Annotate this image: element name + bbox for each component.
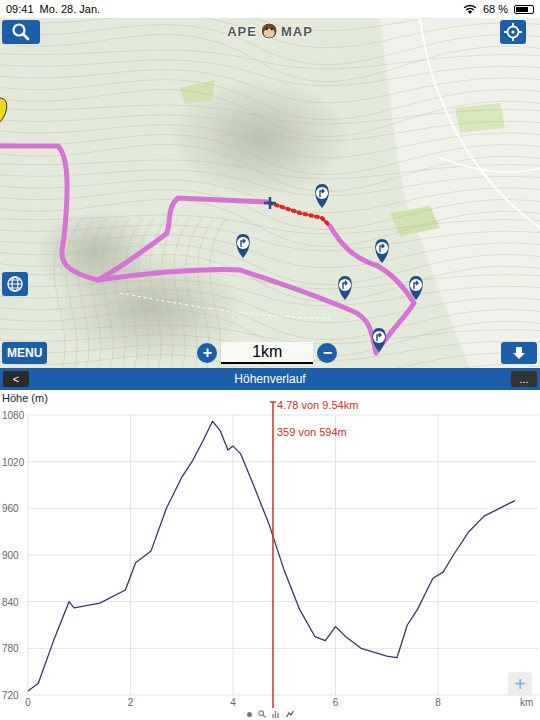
status-date: Mo. 28. Jan. xyxy=(40,3,101,15)
scale-bar: 1km xyxy=(221,342,313,364)
y-tick: 780 xyxy=(2,643,19,654)
turn-marker-icon[interactable] xyxy=(375,239,389,263)
cursor-point: 359 von 594m xyxy=(277,426,347,438)
route-line[interactable] xyxy=(0,146,268,280)
monkey-face-icon xyxy=(260,22,278,40)
globe-icon xyxy=(6,275,24,293)
route-loop[interactable] xyxy=(98,226,414,353)
grid-line xyxy=(28,415,29,695)
search-page-icon[interactable] xyxy=(258,710,266,718)
y-tick: 720 xyxy=(2,690,19,701)
magnifier-icon xyxy=(11,22,31,42)
x-tick: 8 xyxy=(435,697,441,708)
x-tick: 2 xyxy=(128,697,134,708)
panel-title: Höhenverlauf xyxy=(234,372,305,386)
status-bar: 09:41 Mo. 28. Jan. 68 % xyxy=(0,0,540,18)
scale-control: +1km− xyxy=(197,342,337,364)
logo-map: MAP xyxy=(281,24,313,39)
elevation-line xyxy=(28,421,515,691)
grid-line xyxy=(28,695,538,696)
road xyxy=(420,18,540,228)
x-tick: 6 xyxy=(333,697,339,708)
x-tick: 0 xyxy=(25,697,31,708)
download-button[interactable] xyxy=(501,342,537,364)
y-tick: 900 xyxy=(2,550,19,561)
x-tick: 4 xyxy=(230,697,236,708)
grid-line xyxy=(28,508,538,509)
page-dot[interactable] xyxy=(247,712,252,717)
back-button[interactable]: < xyxy=(3,371,29,387)
x-unit: km xyxy=(520,697,533,708)
locate-button[interactable] xyxy=(500,20,526,44)
y-tick: 1020 xyxy=(2,457,25,468)
y-tick: 960 xyxy=(2,503,19,514)
grid-line xyxy=(28,461,538,462)
grid-line xyxy=(28,415,538,416)
cursor-distance: 4.78 von 9.54km xyxy=(277,399,358,411)
menu-button[interactable]: MENU xyxy=(2,342,47,364)
status-time: 09:41 xyxy=(6,3,34,15)
start-marker-icon[interactable] xyxy=(0,98,7,122)
crosshair-icon xyxy=(504,23,522,41)
cursor-line[interactable] xyxy=(272,402,274,708)
turn-marker-icon[interactable] xyxy=(409,276,423,300)
bar-chart-icon[interactable] xyxy=(272,710,280,718)
chart-plot[interactable]: Höhe (m) 1080 1020 960 900 840 780 720 0 2 4 6 8 km 4.… xyxy=(0,390,540,708)
panel-header: < Höhenverlauf... xyxy=(0,368,540,390)
more-button[interactable]: ... xyxy=(511,371,537,387)
battery-icon xyxy=(514,5,534,14)
turn-marker-icon[interactable] xyxy=(236,234,250,258)
battery-percent: 68 % xyxy=(483,3,508,15)
grid-line xyxy=(233,415,234,695)
zoom-in-button[interactable]: + xyxy=(197,343,217,363)
elevation-chart[interactable]: Höhe (m) 1080 1020 960 900 840 780 720 0 2 4 6 8 km 4.… xyxy=(0,390,540,708)
layers-button[interactable] xyxy=(2,272,28,296)
meadow xyxy=(180,80,215,104)
app-logo: APE MAP xyxy=(227,22,313,40)
turn-marker-icon[interactable] xyxy=(315,184,329,208)
zoom-out-button[interactable]: − xyxy=(317,343,337,363)
grid-line xyxy=(130,415,131,695)
turn-marker-icon[interactable] xyxy=(372,328,386,352)
page-indicator xyxy=(0,708,540,720)
search-button[interactable] xyxy=(2,20,40,44)
line-chart-icon[interactable] xyxy=(286,710,294,718)
grid-line xyxy=(28,648,538,649)
y-axis-label: Höhe (m) xyxy=(2,392,48,404)
map-view[interactable]: APE MAP MENU +1km− xyxy=(0,18,540,368)
app-screen: 09:41 Mo. 28. Jan. 68 % APE MAP MENU +1km− < Höh… xyxy=(0,0,540,720)
logo-ape: APE xyxy=(227,24,257,39)
wifi-icon xyxy=(463,4,477,15)
grid-line xyxy=(28,555,538,556)
download-icon xyxy=(511,345,527,361)
y-tick: 840 xyxy=(2,597,19,608)
add-button[interactable]: + xyxy=(508,672,532,696)
grid-line xyxy=(438,415,439,695)
y-tick: 1080 xyxy=(2,410,25,421)
turn-marker-icon[interactable] xyxy=(338,276,352,300)
topo-map[interactable] xyxy=(0,18,540,368)
grid-line xyxy=(335,415,336,695)
position-cross-icon xyxy=(264,197,276,209)
